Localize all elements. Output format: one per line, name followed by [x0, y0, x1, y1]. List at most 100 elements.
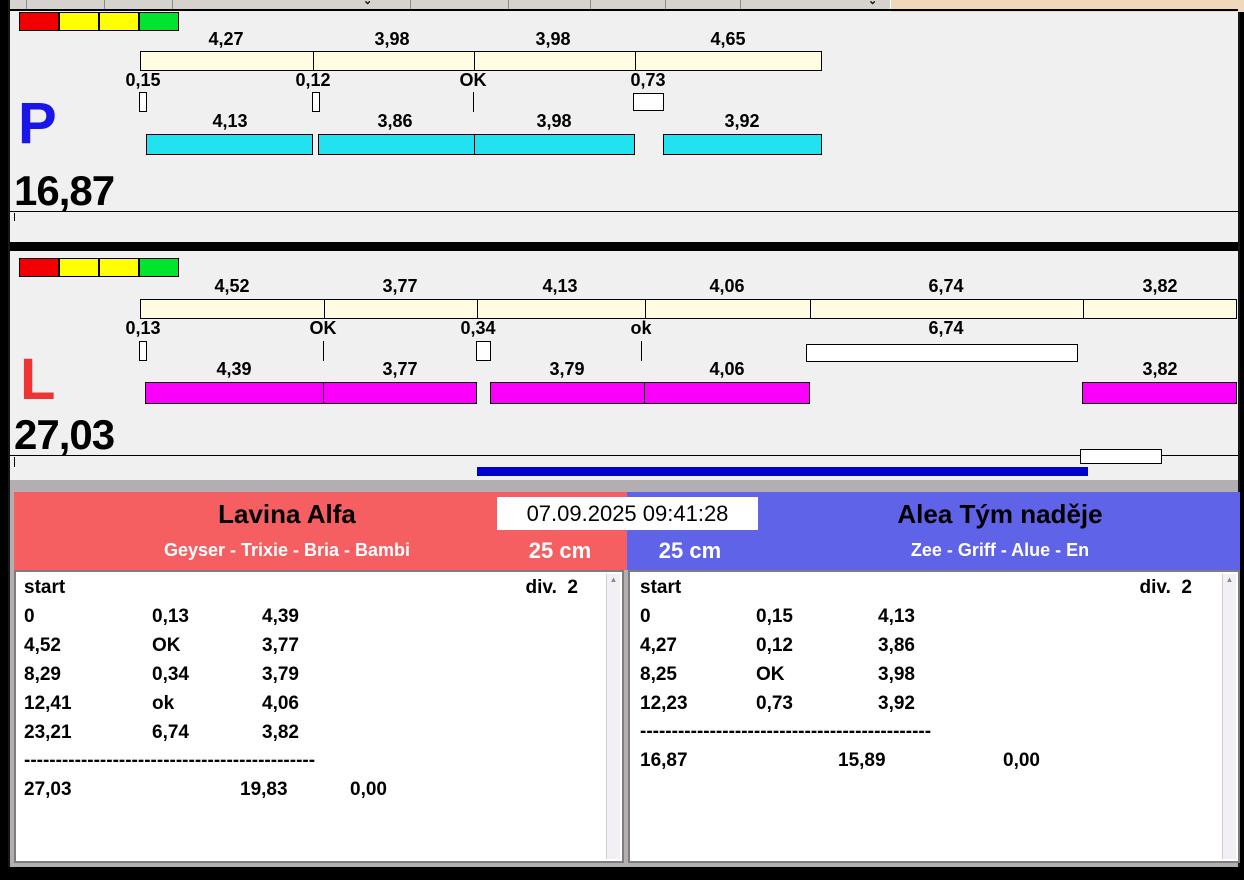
split-bar-divider [635, 52, 636, 70]
crossing-time-label: 6,74 [928, 318, 964, 338]
status-light-green [139, 258, 179, 277]
right-team-dogs: Zee - Griff - Alue - En [910, 540, 1090, 560]
table-total: 0,00 [350, 779, 387, 800]
run-time-label: 3,86 [377, 111, 413, 131]
table-total: 27,03 [24, 779, 72, 800]
lane-letter: P [18, 91, 57, 156]
table-cell: 8,29 [24, 664, 61, 685]
table-cell: 12,41 [24, 693, 72, 714]
table-total: 19,83 [240, 779, 288, 800]
toolbar-separator [508, 0, 509, 9]
crossing-tick [323, 341, 324, 361]
run-time-label: 3,98 [536, 111, 572, 131]
crossing-time-label: 0,12 [295, 70, 331, 90]
split-time-label: 3,98 [374, 29, 410, 49]
run-bar [644, 382, 810, 404]
table-header-division: div. 2 [525, 577, 578, 598]
table-cell: 0,12 [756, 635, 793, 656]
split-bar-divider [645, 300, 646, 318]
lane-total-time: 27,03 [14, 411, 115, 458]
table-cell: 3,86 [878, 635, 915, 656]
table-total: 15,89 [838, 750, 886, 771]
divider-line [10, 455, 1238, 456]
table-cell: 4,06 [262, 693, 299, 714]
table-cell: 4,27 [640, 635, 677, 656]
split-time-label: 4,27 [208, 29, 244, 49]
run-time-label: 3,77 [382, 359, 418, 379]
toolbar-separator [172, 0, 173, 9]
status-light-yellow [99, 12, 139, 31]
split-time-label: 4,52 [214, 276, 250, 296]
table-cell: OK [152, 635, 181, 656]
table-header-start: start [640, 577, 682, 598]
toolbar-separator [104, 0, 105, 9]
split-bar-divider [313, 52, 314, 70]
right-result-table: start div. 2 0 0,15 4,13 4,27 0,12 3,86 … [628, 570, 1240, 863]
run-time-label: 4,13 [212, 111, 248, 131]
section-divider [10, 242, 1238, 251]
crossing-time-label: 0,34 [460, 318, 496, 338]
tick-mark [14, 457, 15, 467]
run-bar [146, 134, 313, 155]
table-cell: 23,21 [24, 722, 72, 743]
table-scrollbar[interactable]: ▲ [1222, 574, 1236, 859]
table-scrollbar[interactable]: ▲ [606, 574, 620, 859]
table-header-start: start [24, 577, 66, 598]
clock-display: 07.09.2025 09:41:28 [497, 497, 758, 530]
split-bar-divider [477, 300, 478, 318]
lane-letter: L [20, 347, 56, 412]
left-team-dogs: Geyser - Trixie - Bria - Bambi [163, 540, 411, 560]
crossing-time-label: OK [309, 318, 337, 338]
table-cell: ok [152, 693, 175, 714]
split-bar-divider [474, 52, 475, 70]
toolbar-separator [740, 0, 741, 9]
table-cell: 0,34 [152, 664, 189, 685]
toolbar-separator [26, 0, 27, 9]
crossing-tick [473, 92, 474, 112]
table-total: 0,00 [1003, 750, 1040, 771]
table-total: 16,87 [640, 750, 688, 771]
run-bar [1082, 382, 1237, 404]
run-bar [663, 134, 822, 155]
crossing-box-wide [806, 344, 1078, 362]
left-result-table: start div. 2 0 0,13 4,39 4,52 OK 3,77 8,… [14, 570, 624, 863]
timing-app-screen: ⌄ ˙ ⌄ 4,27 3,98 3,98 4,65 0,15 0,12 OK 0… [0, 0, 1244, 880]
tick-mark [14, 213, 15, 221]
run-bar [474, 134, 635, 155]
table-cell: 12,23 [640, 693, 688, 714]
run-bar [323, 382, 477, 404]
run-time-label: 4,39 [216, 359, 252, 379]
split-time-label: 4,13 [542, 276, 578, 296]
crossing-box [312, 92, 320, 112]
toolbar-separator [665, 0, 666, 9]
table-separator: ----------------------------------------… [24, 750, 316, 771]
crossing-box [476, 341, 491, 361]
split-time-label: 4,65 [710, 29, 746, 49]
crossing-time-label: ok [630, 318, 652, 338]
table-cell: 6,74 [152, 722, 189, 743]
crossing-box [139, 341, 147, 361]
crossing-time-label: 0,15 [125, 70, 161, 90]
section-divider [10, 9, 1238, 11]
table-header-division: div. 2 [1139, 577, 1192, 598]
status-light-yellow [59, 258, 99, 277]
run-time-label: 3,92 [724, 111, 760, 131]
run-bar [318, 134, 475, 155]
status-light-yellow [99, 258, 139, 277]
split-bar [140, 299, 1237, 319]
table-cell: 0 [640, 606, 651, 627]
scroll-up-arrow-icon[interactable]: ▲ [607, 575, 620, 585]
run-bar [145, 382, 324, 404]
split-bar-divider [324, 300, 325, 318]
status-light-green [139, 12, 179, 31]
table-cell: 0,73 [756, 693, 793, 714]
table-cell: 0,15 [756, 606, 793, 627]
run-time-label: 3,79 [549, 359, 585, 379]
table-cell: 3,98 [878, 664, 915, 685]
crossing-time-label: OK [459, 70, 487, 90]
marker-box [1080, 449, 1162, 464]
crossing-time-label: 0,13 [125, 318, 161, 338]
crossing-box [139, 92, 147, 112]
scroll-up-arrow-icon[interactable]: ▲ [1223, 575, 1236, 585]
right-team-name: Alea Tým naděje [897, 499, 1103, 529]
